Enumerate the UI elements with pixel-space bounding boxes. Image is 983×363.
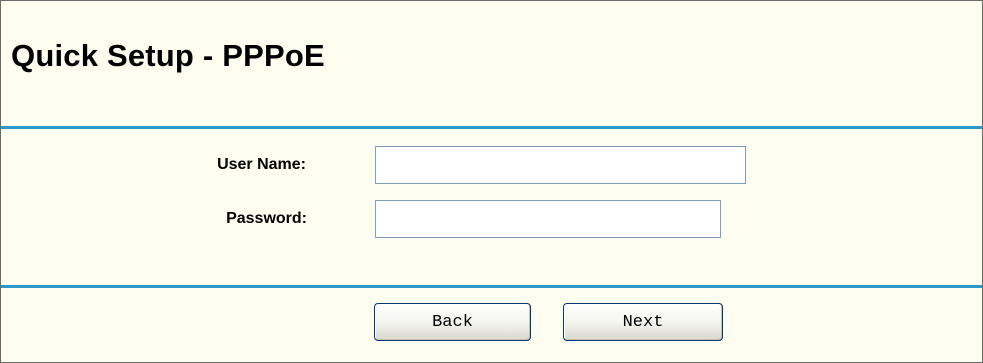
password-input[interactable] (375, 200, 721, 238)
user-name-label: User Name: (217, 156, 306, 173)
bottom-divider (1, 285, 982, 288)
back-button[interactable]: Back (374, 303, 531, 341)
next-button[interactable]: Next (563, 303, 723, 341)
setup-panel: Quick Setup - PPPoE User Name: Password:… (0, 0, 983, 363)
page-title: Quick Setup - PPPoE (11, 38, 325, 73)
user-name-input[interactable] (375, 146, 746, 184)
password-label: Password: (226, 210, 307, 227)
top-divider (1, 126, 982, 129)
